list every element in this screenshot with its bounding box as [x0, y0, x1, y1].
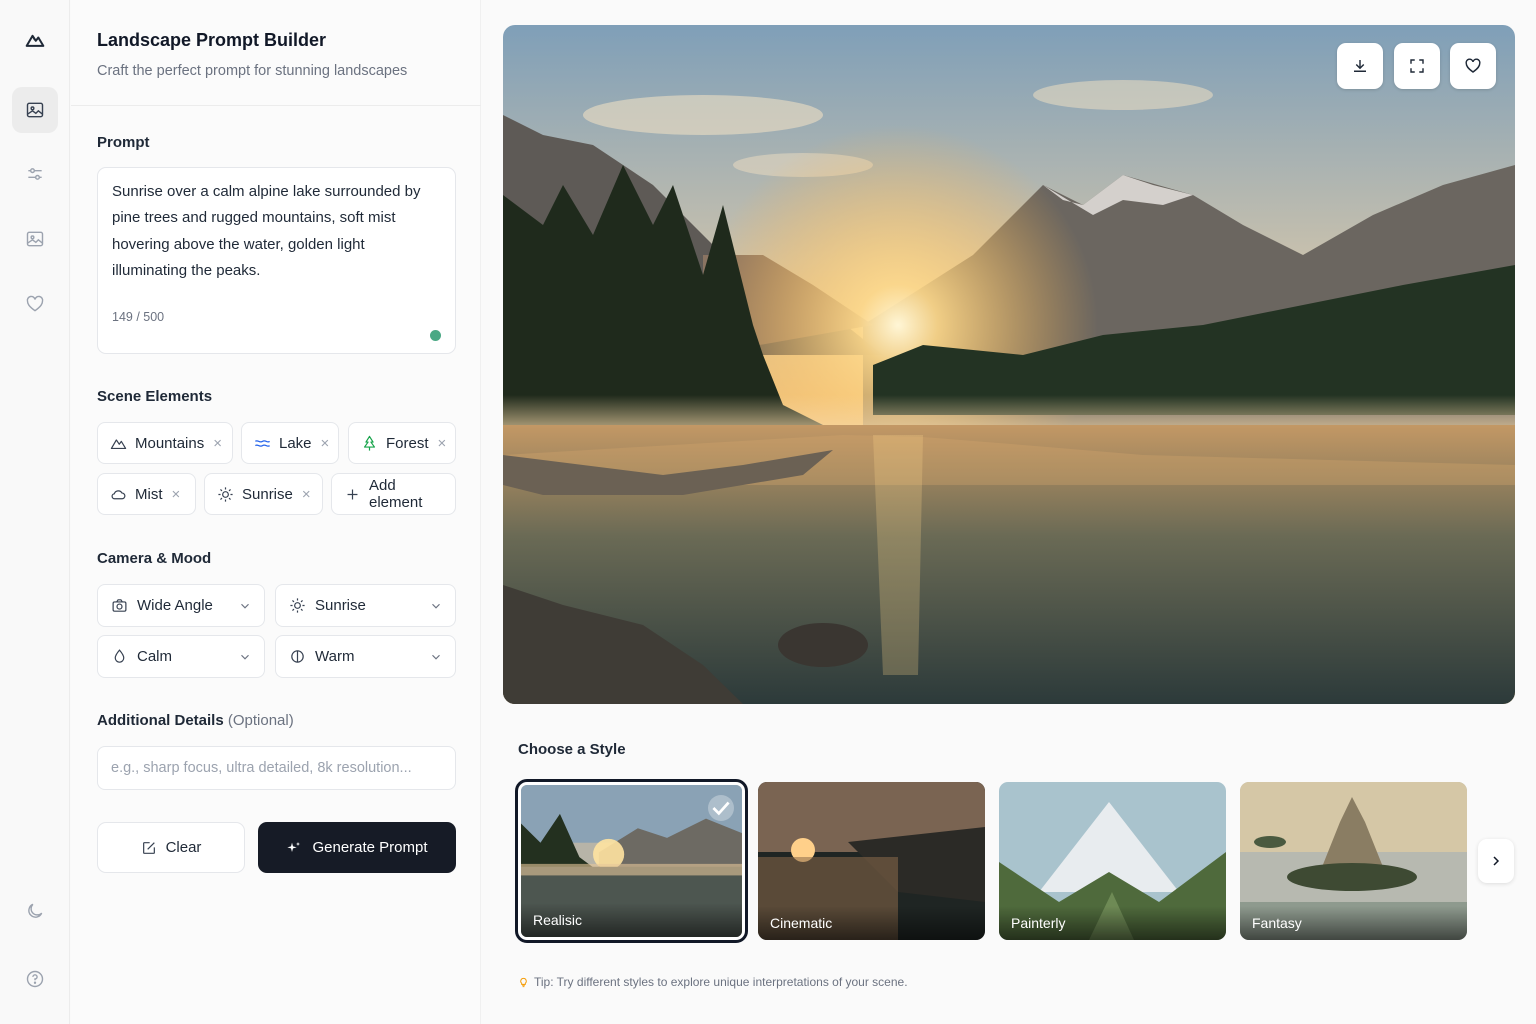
- expand-icon: [1410, 59, 1424, 73]
- character-count: 149 / 500: [112, 310, 165, 324]
- remove-chip-icon[interactable]: ×: [213, 435, 222, 452]
- tree-icon: [363, 435, 376, 451]
- prompt-textarea[interactable]: Sunrise over a calm alpine lake surround…: [97, 167, 456, 354]
- heart-icon: [1465, 58, 1481, 73]
- clear-button[interactable]: Clear: [97, 822, 245, 873]
- style-label: Painterly: [1011, 915, 1066, 931]
- camera-angle-select[interactable]: Wide Angle: [97, 584, 265, 627]
- style-label: Cinematic: [770, 915, 833, 931]
- prompt-label: Prompt: [97, 134, 150, 151]
- icon-rail: [0, 0, 70, 1024]
- fullscreen-button[interactable]: [1394, 43, 1440, 89]
- chevron-down-icon: [241, 603, 249, 609]
- chip-mist[interactable]: Mist ×: [97, 473, 196, 515]
- choose-style-heading: Choose a Style: [518, 741, 626, 758]
- remove-chip-icon[interactable]: ×: [438, 435, 447, 452]
- style-label: Realisic: [533, 912, 583, 928]
- time-of-day-select[interactable]: Sunrise: [275, 584, 456, 627]
- add-element-button[interactable]: Add element: [331, 473, 456, 515]
- camera-icon: [112, 599, 127, 612]
- chip-sunrise[interactable]: Sunrise ×: [204, 473, 323, 515]
- additional-details-title: Additional Details: [97, 712, 224, 729]
- select-value: Warm: [315, 648, 355, 665]
- chip-forest[interactable]: Forest ×: [348, 422, 456, 464]
- landscape-preview: [503, 25, 1515, 704]
- mountain-icon: [110, 438, 127, 449]
- check-icon: [708, 795, 734, 821]
- chip-label: Sunrise: [242, 485, 293, 503]
- chevron-right-icon: [1493, 856, 1500, 866]
- edit-icon: [142, 841, 155, 854]
- prompt-text[interactable]: Sunrise over a calm alpine lake surround…: [112, 179, 442, 285]
- chip-mountains[interactable]: Mountains ×: [97, 422, 233, 464]
- optional-hint: (Optional): [227, 712, 294, 729]
- status-dot: [430, 330, 441, 341]
- waves-icon: [254, 439, 271, 447]
- chevron-down-icon: [432, 654, 440, 660]
- chevron-down-icon: [241, 654, 249, 660]
- chip-label: Mountains: [135, 434, 205, 452]
- style-label: Fantasy: [1252, 915, 1302, 931]
- scene-elements-label: Scene Elements: [97, 388, 213, 405]
- chip-label: Mist: [135, 485, 163, 503]
- style-card-painterly[interactable]: Painterly: [999, 782, 1226, 940]
- sun-icon: [218, 486, 233, 502]
- sun-icon: [290, 598, 305, 613]
- tip-text: Tip: Try different styles to explore uni…: [518, 975, 908, 989]
- style-card-fantasy[interactable]: Fantasy: [1240, 782, 1467, 940]
- remove-chip-icon[interactable]: ×: [321, 435, 330, 452]
- plus-icon: [347, 489, 358, 499]
- favorite-button[interactable]: [1450, 43, 1496, 89]
- lightbulb-icon: [520, 977, 527, 987]
- generate-prompt-button[interactable]: Generate Prompt: [258, 822, 456, 873]
- remove-chip-icon[interactable]: ×: [302, 486, 311, 503]
- tip-label: Tip: Try different styles to explore uni…: [534, 975, 908, 989]
- page-title: Landscape Prompt Builder: [97, 30, 327, 50]
- theme-moon-icon[interactable]: [12, 888, 58, 934]
- remove-chip-icon[interactable]: ×: [172, 486, 181, 503]
- select-value: Calm: [137, 648, 173, 665]
- nav-gallery-icon[interactable]: [12, 216, 58, 262]
- style-card-cinematic[interactable]: Cinematic: [758, 782, 985, 940]
- mood-select[interactable]: Calm: [97, 635, 265, 678]
- cloud-icon: [111, 489, 126, 499]
- help-icon[interactable]: [12, 956, 58, 1002]
- nav-favorites-heart-icon[interactable]: [12, 281, 58, 327]
- chip-lake[interactable]: Lake ×: [241, 422, 339, 464]
- tone-select[interactable]: Warm: [275, 635, 456, 678]
- additional-details-label: Additional Details (Optional): [97, 712, 294, 729]
- style-card-realistic[interactable]: Realisic: [515, 779, 748, 943]
- chevron-down-icon: [432, 603, 440, 609]
- generate-label: Generate Prompt: [312, 839, 428, 856]
- nav-adjustments-icon[interactable]: [12, 151, 58, 197]
- chip-label: Lake: [279, 434, 312, 452]
- page-subtitle: Craft the perfect prompt for stunning la…: [97, 63, 408, 79]
- next-styles-button[interactable]: [1478, 839, 1514, 883]
- panel-header: Landscape Prompt Builder Craft the perfe…: [71, 0, 481, 106]
- sparkles-icon: [287, 841, 301, 852]
- select-value: Wide Angle: [137, 597, 213, 614]
- download-icon: [1354, 60, 1366, 72]
- preview-image: [503, 25, 1515, 704]
- camera-mood-label: Camera & Mood: [97, 550, 212, 567]
- nav-image-prompt[interactable]: [12, 87, 58, 133]
- select-value: Sunrise: [315, 597, 366, 614]
- chip-label: Forest: [386, 434, 429, 452]
- droplet-icon: [114, 649, 125, 663]
- logo-mountain-icon[interactable]: [12, 17, 58, 63]
- clear-label: Clear: [165, 839, 202, 856]
- add-element-label: Add element: [369, 477, 423, 511]
- download-button[interactable]: [1337, 43, 1383, 89]
- additional-details-input[interactable]: [97, 746, 456, 790]
- prompt-builder-panel: Landscape Prompt Builder Craft the perfe…: [71, 0, 481, 1024]
- contrast-icon: [291, 650, 304, 663]
